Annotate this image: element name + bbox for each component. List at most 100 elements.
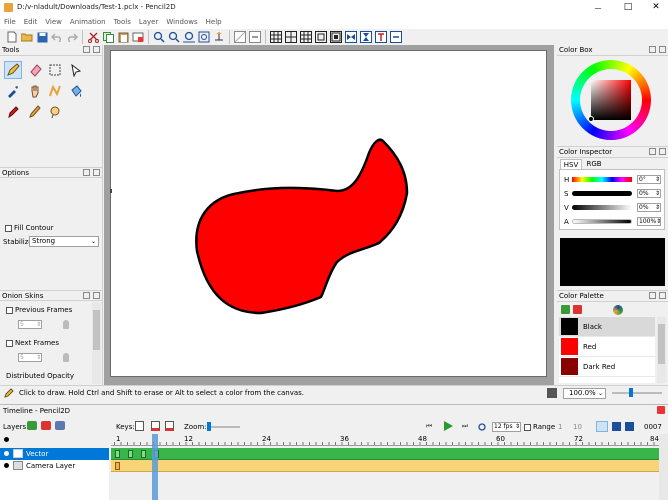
crop-icon[interactable] (131, 30, 145, 44)
close-icon[interactable] (93, 169, 100, 176)
maximize-button[interactable]: □ (620, 1, 636, 13)
palette-scrollbar[interactable] (657, 317, 666, 383)
brush-tool[interactable] (26, 103, 44, 121)
grid-half-icon[interactable] (284, 30, 298, 44)
timeline-scrollbar[interactable] (659, 434, 668, 500)
keyframe[interactable] (128, 450, 133, 458)
palette-item[interactable]: Dark Red (559, 357, 655, 377)
saturation-slider[interactable] (572, 191, 632, 196)
zoom-in-icon[interactable] (152, 30, 166, 44)
close-button[interactable]: ✕ (648, 1, 664, 13)
zoom-select[interactable]: 100.0% ⌄ (563, 388, 606, 399)
add-color-icon[interactable] (561, 305, 570, 314)
drawing-svg[interactable] (111, 51, 546, 376)
zoom-slider-handle[interactable] (629, 388, 633, 397)
layer-row-vector[interactable]: Vector (0, 448, 109, 460)
close-icon[interactable] (659, 292, 666, 299)
fill-contour-row[interactable]: Fill Contour (5, 224, 54, 232)
menu-edit[interactable]: Edit (24, 16, 38, 29)
pencil-tool[interactable] (4, 61, 22, 79)
open-folder-icon[interactable] (20, 30, 34, 44)
timeline-zoom-handle[interactable] (207, 422, 211, 431)
menu-tools[interactable]: Tools (114, 16, 131, 29)
alpha-slider[interactable] (572, 219, 632, 224)
menu-view[interactable]: View (45, 16, 62, 29)
close-icon[interactable] (93, 46, 100, 53)
fit-view-icon[interactable] (197, 30, 211, 44)
menu-help[interactable]: Help (206, 16, 222, 29)
next-frames-checkbox[interactable] (6, 339, 13, 347)
cut-icon[interactable] (86, 30, 100, 44)
range-end[interactable]: 10 (573, 423, 582, 431)
scroll-thumb[interactable] (93, 310, 100, 350)
minimize-button[interactable]: — (590, 2, 606, 13)
menu-animation[interactable]: Animation (70, 16, 106, 29)
onion-toggle-icon[interactable] (389, 30, 403, 44)
play-icon[interactable] (441, 419, 454, 432)
fps-spinner[interactable]: 12 fps ⇕ (492, 422, 521, 432)
onion-next-icon[interactable] (359, 30, 373, 44)
frame-ruler[interactable]: 1 12 24 36 48 60 72 84 (111, 434, 659, 446)
new-file-icon[interactable] (5, 30, 19, 44)
fill-contour-checkbox[interactable] (5, 224, 12, 232)
flip-vertical-icon[interactable] (248, 30, 262, 44)
float-icon[interactable] (649, 292, 656, 299)
move-tool[interactable] (67, 61, 85, 79)
flip-horizontal-icon[interactable] (233, 30, 247, 44)
title-safe-icon[interactable] (329, 30, 343, 44)
track-camera[interactable] (111, 460, 659, 472)
palette-options-icon[interactable] (613, 305, 623, 315)
keyframe[interactable] (115, 462, 120, 470)
onion-scrollbar[interactable] (92, 302, 101, 384)
polyline-tool[interactable] (46, 82, 64, 100)
float-icon[interactable] (83, 46, 90, 53)
zoom-out-icon[interactable] (167, 30, 181, 44)
goto-end-icon[interactable]: ⏭ (459, 421, 471, 432)
range-start[interactable]: 1 (558, 423, 562, 431)
tab-rgb[interactable]: RGB (583, 159, 605, 169)
grid-icon[interactable] (269, 30, 283, 44)
keyframe[interactable] (115, 450, 120, 458)
visibility-all-icon[interactable] (4, 437, 9, 442)
red-vector-shape[interactable] (195, 138, 409, 315)
previous-frames-count[interactable]: 5 ⇕ (18, 320, 42, 329)
next-frames-count[interactable]: 5 ⇕ (18, 353, 42, 362)
float-icon[interactable] (649, 148, 656, 155)
track-vector[interactable] (111, 448, 659, 460)
scroll-thumb[interactable] (658, 324, 665, 364)
float-icon[interactable] (83, 292, 90, 299)
paste-icon[interactable] (116, 30, 130, 44)
value-value[interactable]: 0% ⇕ (637, 203, 661, 212)
remove-key-icon[interactable] (151, 421, 160, 431)
layer-visibility-icon[interactable] (4, 463, 9, 468)
float-icon[interactable] (83, 169, 90, 176)
bucket-tool[interactable] (67, 82, 85, 100)
saturation-value[interactable]: 0% ⇕ (637, 189, 661, 198)
onion-color-icon[interactable] (374, 30, 388, 44)
close-icon[interactable] (657, 406, 665, 414)
pen-tool[interactable] (4, 103, 22, 121)
loop-icon[interactable] (476, 421, 488, 432)
zoom-slider[interactable] (612, 388, 662, 397)
previous-frames-checkbox[interactable] (6, 306, 13, 314)
copy-icon[interactable] (101, 30, 115, 44)
close-icon[interactable] (659, 46, 666, 53)
canvas-area[interactable] (104, 45, 554, 385)
add-layer-icon[interactable] (27, 421, 37, 430)
remove-color-icon[interactable] (573, 305, 582, 314)
menu-layer[interactable]: Layer (139, 16, 159, 29)
color-wheel[interactable] (571, 60, 651, 140)
timeline-zoom-slider[interactable] (207, 422, 240, 431)
hue-slider[interactable] (572, 177, 632, 182)
previous-frames-row[interactable]: Previous Frames (6, 306, 72, 314)
menu-windows[interactable]: Windows (166, 16, 197, 29)
redo-icon[interactable] (65, 30, 79, 44)
rotate-icon[interactable] (212, 30, 226, 44)
goto-start-icon[interactable]: ⏮ (423, 421, 435, 432)
tab-hsv[interactable]: HSV (560, 159, 582, 169)
safe-area-icon[interactable] (314, 30, 328, 44)
reset-zoom-icon[interactable] (182, 30, 196, 44)
layer-visibility-icon[interactable] (4, 451, 9, 456)
value-slider[interactable] (572, 205, 632, 210)
grid-third-icon[interactable] (299, 30, 313, 44)
